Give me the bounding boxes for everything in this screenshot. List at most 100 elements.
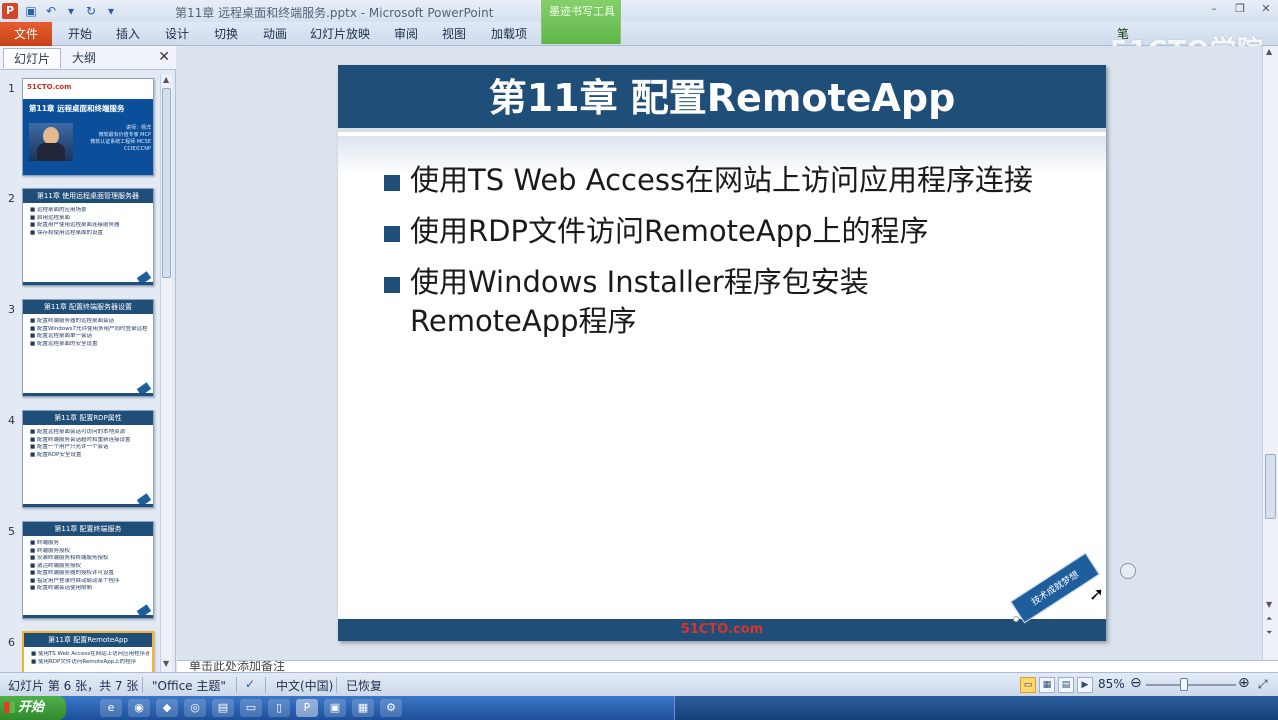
thumbnail-line: ■ 终端服务 [30,540,59,546]
tab-outline[interactable]: 大纲 [62,48,106,68]
ie-icon[interactable]: e [100,699,122,717]
normal-view-icon[interactable]: ▭ [1020,677,1036,693]
zoom-slider-thumb[interactable] [1179,678,1188,691]
slide-sorter-icon[interactable]: ▦ [1039,677,1055,693]
powerpoint-logo-icon[interactable]: P [2,3,18,19]
undo-icon[interactable]: ↶ [44,4,58,18]
bullet-item: 使用TS Web Access在网站上访问应用程序连接 [384,161,1034,200]
zoom-in-icon[interactable]: ⊕ [1238,675,1250,691]
thumbnail-line: ■ 配置远程桌面的安全设置 [30,340,98,347]
slide-thumbnail-5[interactable]: 第11章 配置终端服务 ■ 终端服务 ■ 终端服务授权 ■ 安装终端服务和终端服… [22,521,154,619]
thumbnail-line: ■ 安装终端服务和终端服务授权 [30,555,109,561]
document-icon[interactable]: ▯ [268,699,290,717]
current-slide[interactable]: 第11章 配置RemoteApp 使用TS Web Access在网站上访问应用… [338,65,1106,641]
thumbnail-title: 第11章 远程桌面和终端服务 [29,104,125,113]
slide-thumbnail-2[interactable]: 第11章 使用远程桌面管理服务器 ■ 远程桌面的应用场景 ■ 启用远程桌面 ■ … [22,188,154,286]
restore-icon[interactable]: ❐ [1234,3,1246,15]
thumbnail-title: 第11章 配置终端服务器设置 [23,300,153,314]
app-icon[interactable]: ▣ [324,699,346,717]
fit-to-window-icon[interactable]: ⤢ [1258,677,1268,692]
slide-thumbnail-1[interactable]: 51CTO.com 第11章 远程桌面和终端服务 讲师：杨洋 微软最有价值专家 … [22,78,154,176]
zoom-level[interactable]: 85% [1098,677,1125,691]
thumbnail-line: ■ 使用TS Web Access在网站上访问应用程序连接 [31,651,149,657]
scroll-down-icon[interactable]: ▼ [1266,600,1272,609]
panel-tabs: 幻灯片 大纲 ✕ [0,46,176,70]
thumbnail-line: ■ 配置远程桌面会话可访问的本地资源 [30,429,125,435]
tab-file[interactable]: 文件 [0,22,52,46]
media-player-icon[interactable]: ◉ [128,699,150,717]
next-slide-icon[interactable]: ⏷ [1266,628,1272,638]
settings-icon[interactable]: ⚙ [380,699,402,717]
thumbnail-line: ■ 使用RDP文件访问RemoteApp上的程序 [31,658,137,665]
separator [236,677,237,693]
tab-transitions[interactable]: 切换 [208,22,244,46]
tab-addins[interactable]: 加载项 [484,22,534,46]
separator [265,677,266,693]
thumbnail-title: 第11章 使用远程桌面管理服务器 [23,189,153,203]
thumbnail-line: ■ 配置终端会话使用限制 [30,585,92,591]
qq-icon[interactable]: ◆ [156,699,178,717]
scroll-up-icon[interactable]: ▲ [1266,47,1272,56]
window-title: 第11章 远程桌面和终端服务.pptx - Microsoft PowerPoi… [175,6,494,20]
bullet-text: 使用RDP文件访问RemoteApp上的程序 [410,214,929,248]
zoom-out-icon[interactable]: ⊖ [1130,675,1142,691]
slide-title[interactable]: 第11章 配置RemoteApp [338,65,1106,132]
slide-count-status: 幻灯片 第 6 张，共 7 张 [8,679,139,693]
minimize-icon[interactable]: – [1208,3,1220,15]
start-button[interactable]: 开始 [0,696,66,720]
folder-icon[interactable]: ▭ [240,699,262,717]
close-icon[interactable]: ✕ [1260,3,1272,15]
tab-design[interactable]: 设计 [159,22,195,46]
spellcheck-icon[interactable]: ✓ [245,677,255,691]
theme-status[interactable]: "Office 主题" [152,677,226,694]
explorer-icon[interactable]: ▤ [212,699,234,717]
thumbnail-line: ■ 激活终端服务授权 [30,562,81,569]
tab-review[interactable]: 审阅 [388,22,424,46]
firefox-icon[interactable]: ◎ [184,699,206,717]
thumbnail-line: ■ 配置终端服务器的授权许可设置 [30,570,114,576]
tab-home[interactable]: 开始 [62,22,98,46]
tab-slideshow[interactable]: 幻灯片放映 [306,22,374,46]
powerpoint-taskbar-icon[interactable]: P [296,699,318,717]
slide-number: 4 [8,414,15,427]
language-status[interactable]: 中文(中国) [276,677,333,694]
scroll-down-icon[interactable]: ▼ [163,659,169,668]
tab-animations[interactable]: 动画 [257,22,293,46]
slide-thumbnail-4[interactable]: 第11章 配置RDP属性 ■ 配置远程桌面会话可访问的本地资源 ■ 配置终端服务… [22,410,154,508]
network-icon[interactable]: ▦ [352,699,374,717]
slideshow-view-icon[interactable]: ▶ [1077,677,1093,693]
reading-view-icon[interactable]: ▤ [1058,677,1074,693]
redo-icon[interactable]: ↻ [84,4,98,18]
thumbnail-bullets: ■ 使用TS Web Access在网站上访问应用程序连接 ■ 使用RDP文件访… [31,651,149,666]
thumbnail-line: ■ 配置远程桌面单一会话 [30,333,92,339]
start-label: 开始 [18,700,45,715]
tab-insert[interactable]: 插入 [110,22,146,46]
separator [336,677,337,693]
presenter-photo [29,123,73,161]
slide-number: 6 [8,636,15,649]
thumbnail-line: ■ 配置RDP安全设置 [30,451,82,458]
thumbnail-bullets: ■ 配置远程桌面会话可访问的本地资源 ■ 配置终端服务会话超时和重新连接设置 ■… [30,429,148,459]
scrollbar-thumb[interactable] [162,88,171,278]
recovered-status: 已恢复 [346,679,383,693]
dropdown-arrow-icon[interactable]: ▾ [64,4,78,18]
scroll-up-icon[interactable]: ▲ [163,75,169,84]
slide-content[interactable]: 使用TS Web Access在网站上访问应用程序连接 使用RDP文件访问Rem… [384,161,1034,353]
tab-view[interactable]: 视图 [436,22,472,46]
person-body [37,143,65,161]
tab-slides[interactable]: 幻灯片 [3,48,62,68]
slide-thumbnail-6[interactable]: 第11章 配置RemoteApp ■ 使用TS Web Access在网站上访问… [22,631,154,672]
notes-pane[interactable]: 单击此处添加备注 [177,660,1278,672]
close-icon[interactable]: ✕ [158,49,170,65]
thumbnail-footer [23,282,153,285]
thumbnail-bullets: ■ 远程桌面的应用场景 ■ 启用远程桌面 ■ 配置用户使用远程桌面连接服务器 ■… [30,207,148,237]
customize-toolbar-icon[interactable]: ▾ [104,4,118,18]
editor-scrollbar[interactable]: ▲ ▼ ⏶ ⏷ [1262,46,1278,660]
panel-scrollbar[interactable]: ▲ ▼ [160,74,172,672]
zoom-slider[interactable] [1146,684,1236,686]
prev-slide-icon[interactable]: ⏶ [1266,614,1272,624]
save-icon[interactable]: ▣ [24,4,38,18]
scrollbar-thumb[interactable] [1265,454,1276,519]
slide-thumbnail-3[interactable]: 第11章 配置终端服务器设置 ■ 配置终端服务器的远程桌面会话 ■ 配置Wind… [22,299,154,397]
ink-circle-icon[interactable] [1120,563,1136,579]
